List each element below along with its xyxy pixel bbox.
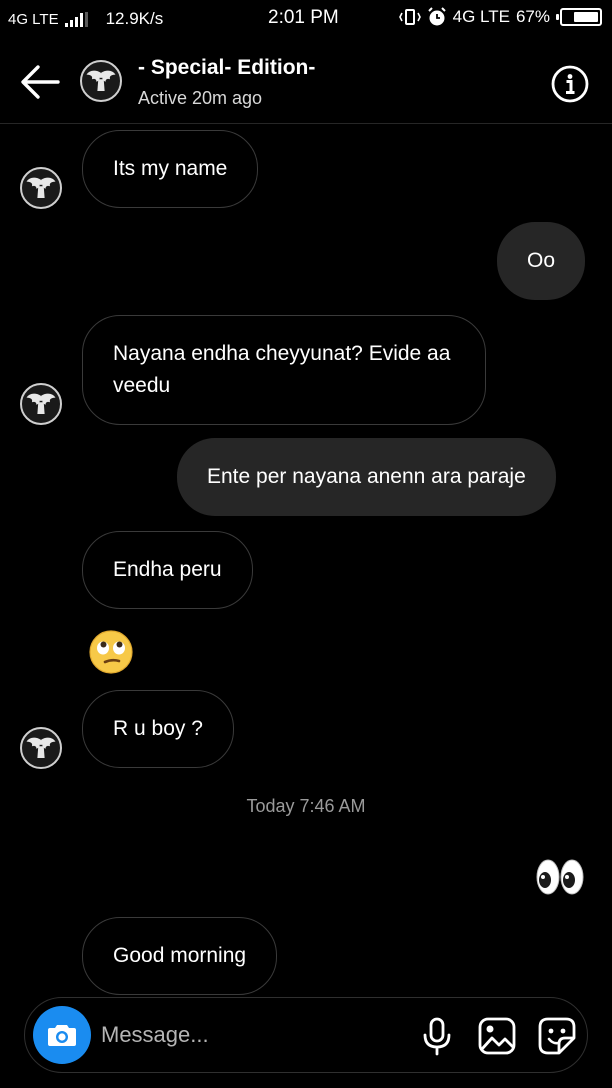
message-text: Its my name: [113, 157, 228, 180]
message-incoming[interactable]: Endha peru: [82, 531, 253, 609]
back-arrow-icon[interactable]: [18, 62, 62, 102]
winged-figure-icon: [86, 70, 116, 91]
network-speed: 12.9K/s: [105, 9, 164, 28]
eyes-icon[interactable]: [534, 857, 586, 897]
battery-percent: 67%: [515, 7, 550, 26]
header-avatar[interactable]: [80, 60, 122, 102]
message-text: Ente per nayana anenn ara paraje: [207, 465, 526, 488]
sticker-icon[interactable]: [537, 1016, 577, 1056]
message-incoming[interactable]: R u boy ?: [82, 690, 234, 768]
status-bar: 4G LTE 12.9K/s 2:01 PM 4G LTE 67%: [0, 0, 612, 38]
status-left: 4G LTE 12.9K/s: [8, 9, 163, 29]
clock: 2:01 PM: [268, 7, 339, 28]
message-outgoing[interactable]: Ente per nayana anenn ara paraje: [177, 438, 556, 516]
camera-icon: [48, 1025, 76, 1046]
microphone-icon[interactable]: [417, 1016, 457, 1056]
camera-button[interactable]: [33, 1006, 91, 1064]
sender-avatar[interactable]: [20, 167, 62, 209]
winged-figure-icon: [26, 393, 56, 414]
vibrate-icon: [398, 9, 421, 25]
contact-name[interactable]: - Special- Edition-: [138, 56, 315, 80]
chat-header: - Special- Edition- Active 20m ago: [0, 40, 612, 124]
info-icon[interactable]: [550, 64, 590, 104]
sender-avatar[interactable]: [20, 383, 62, 425]
sender-avatar[interactable]: [20, 727, 62, 769]
message-text: Good morning: [113, 944, 247, 967]
message-incoming[interactable]: Nayana endha cheyyunat? Evide aa veedu: [82, 315, 486, 425]
message-text: Oo: [527, 249, 556, 272]
message-text: R u boy ?: [113, 717, 203, 740]
message-text: Endha peru: [113, 558, 222, 581]
alarm-icon: [427, 7, 446, 26]
message-outgoing[interactable]: Oo: [497, 222, 586, 300]
message-text: Nayana endha cheyyunat? Evide aa veedu: [113, 342, 451, 397]
face-with-rolling-eyes-icon[interactable]: [88, 629, 134, 675]
status-right: 4G LTE 67%: [398, 7, 602, 27]
message-input[interactable]: [101, 1016, 401, 1054]
message-timestamp: Today 7:46 AM: [246, 796, 366, 816]
winged-figure-icon: [26, 177, 56, 198]
signal-icon: [64, 11, 88, 27]
message-composer: [24, 997, 588, 1073]
network-type: 4G LTE: [8, 10, 59, 28]
active-status: Active 20m ago: [138, 88, 263, 108]
message-incoming[interactable]: Good morning: [82, 917, 278, 995]
message-incoming[interactable]: Its my name: [82, 130, 259, 208]
winged-figure-icon: [26, 737, 56, 758]
network-type-right: 4G LTE: [452, 7, 510, 26]
gallery-icon[interactable]: [477, 1016, 517, 1056]
battery-icon: [556, 8, 602, 26]
